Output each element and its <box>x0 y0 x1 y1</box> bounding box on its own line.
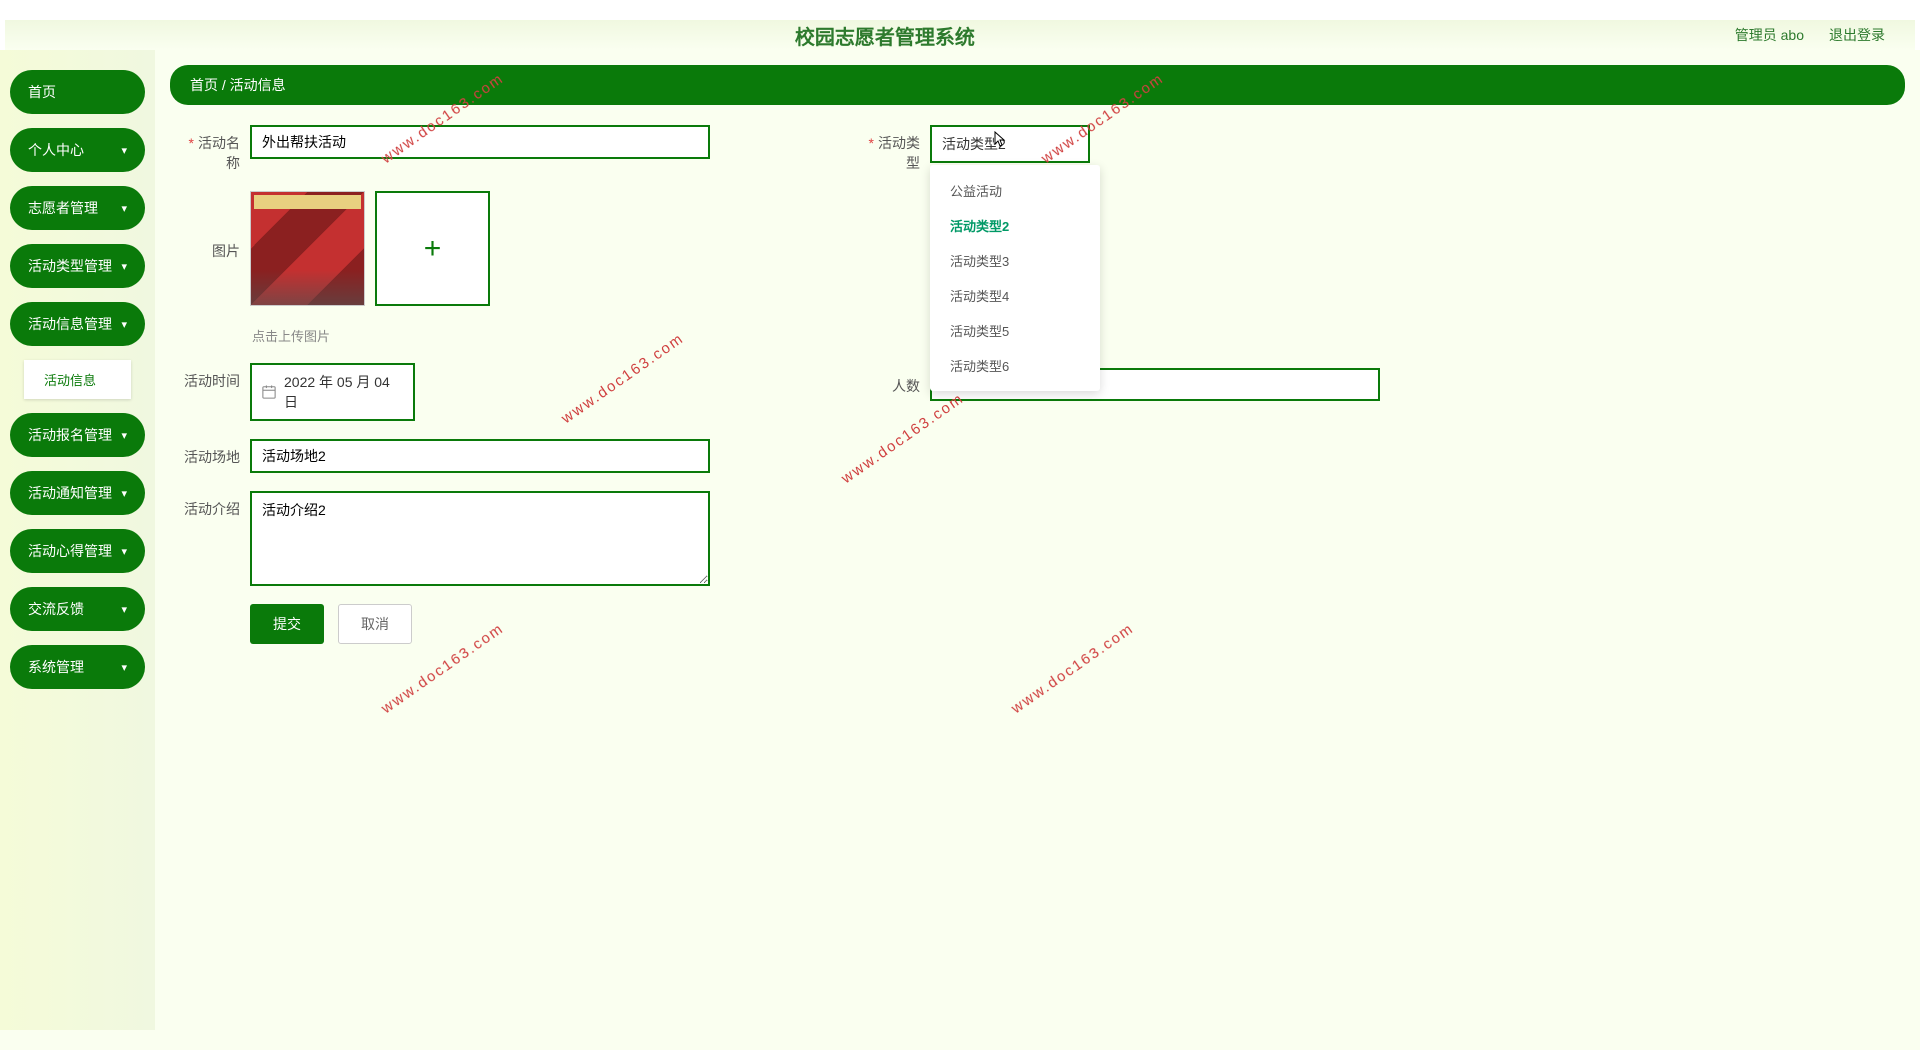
top-bar: 校园志愿者管理系统 管理员 abo 退出登录 <box>0 0 1920 50</box>
activity-type-dropdown: 公益活动 活动类型2 活动类型3 活动类型4 活动类型5 活动类型6 <box>930 165 1100 391</box>
breadcrumb-current: 活动信息 <box>230 77 286 93</box>
activity-name-input[interactable] <box>250 125 710 159</box>
calendar-icon <box>262 385 276 399</box>
chevron-down-icon: ▾ <box>121 260 127 273</box>
sidebar-item-home[interactable]: 首页 <box>10 70 145 114</box>
chevron-down-icon: ▾ <box>121 202 127 215</box>
sidebar-sub-activity-info[interactable]: 活动信息 <box>24 360 131 399</box>
venue-label: 活动场地 <box>180 439 250 467</box>
sidebar-item-label: 活动心得管理 <box>28 541 112 561</box>
activity-type-select[interactable]: 活动类型2 <box>930 125 1090 163</box>
sidebar-item-label: 活动类型管理 <box>28 256 112 276</box>
activity-type-label: 活动类型 <box>860 125 930 173</box>
sidebar-item-activity-info[interactable]: 活动信息管理 ▾ <box>10 302 145 346</box>
sidebar-item-label: 交流反馈 <box>28 599 84 619</box>
sidebar-item-label: 活动信息管理 <box>28 314 112 334</box>
cancel-button[interactable]: 取消 <box>338 604 412 644</box>
chevron-down-icon: ▾ <box>121 603 127 616</box>
upload-image-button[interactable]: + <box>375 191 490 306</box>
sidebar: 首页 个人中心 ▾ 志愿者管理 ▾ 活动类型管理 ▾ 活动信息管理 ▾ 活动信息… <box>0 50 155 1030</box>
dropdown-option[interactable]: 活动类型4 <box>930 278 1100 313</box>
breadcrumb-home[interactable]: 首页 <box>190 77 218 93</box>
people-count-label: 人数 <box>860 368 930 396</box>
dropdown-option[interactable]: 活动类型2 <box>930 208 1100 243</box>
logout-link[interactable]: 退出登录 <box>1829 25 1885 45</box>
chevron-down-icon: ▾ <box>121 318 127 331</box>
sidebar-item-system[interactable]: 系统管理 ▾ <box>10 645 145 689</box>
submit-button[interactable]: 提交 <box>250 604 324 644</box>
plus-icon: + <box>424 232 442 266</box>
admin-label[interactable]: 管理员 abo <box>1735 25 1804 45</box>
uploaded-image-thumbnail[interactable] <box>250 191 365 306</box>
chevron-down-icon: ▾ <box>121 487 127 500</box>
dropdown-option[interactable]: 活动类型3 <box>930 243 1100 278</box>
breadcrumb: 首页 / 活动信息 <box>170 65 1905 105</box>
dropdown-option[interactable]: 活动类型6 <box>930 348 1100 383</box>
chevron-down-icon: ▾ <box>121 545 127 558</box>
activity-time-label: 活动时间 <box>180 363 250 391</box>
sidebar-item-feedback[interactable]: 交流反馈 ▾ <box>10 587 145 631</box>
intro-label: 活动介绍 <box>180 491 250 519</box>
chevron-down-icon: ▾ <box>121 144 127 157</box>
chevron-down-icon: ▾ <box>121 429 127 442</box>
venue-input[interactable] <box>250 439 710 473</box>
image-label: 图片 <box>180 191 250 261</box>
sidebar-item-label: 活动报名管理 <box>28 425 112 445</box>
sidebar-item-notice[interactable]: 活动通知管理 ▾ <box>10 471 145 515</box>
upload-hint: 点击上传图片 <box>252 326 490 345</box>
dropdown-option[interactable]: 活动类型5 <box>930 313 1100 348</box>
sidebar-item-label: 系统管理 <box>28 657 84 677</box>
sidebar-item-signup[interactable]: 活动报名管理 ▾ <box>10 413 145 457</box>
select-value: 活动类型2 <box>942 136 1006 152</box>
activity-name-label: 活动名称 <box>180 125 250 173</box>
intro-textarea[interactable] <box>250 491 710 586</box>
sidebar-item-label: 志愿者管理 <box>28 198 98 218</box>
chevron-down-icon: ▾ <box>121 661 127 674</box>
content-area: 首页 / 活动信息 活动名称 图片 + <box>155 50 1920 1030</box>
sidebar-item-profile[interactable]: 个人中心 ▾ <box>10 128 145 172</box>
sidebar-item-reflection[interactable]: 活动心得管理 ▾ <box>10 529 145 573</box>
sidebar-item-activity-type[interactable]: 活动类型管理 ▾ <box>10 244 145 288</box>
date-value: 2022 年 05 月 04 日 <box>284 372 403 412</box>
sidebar-item-label: 活动通知管理 <box>28 483 112 503</box>
sidebar-item-volunteers[interactable]: 志愿者管理 ▾ <box>10 186 145 230</box>
sidebar-item-label: 首页 <box>28 82 56 102</box>
activity-time-input[interactable]: 2022 年 05 月 04 日 <box>250 363 415 421</box>
app-title: 校园志愿者管理系统 <box>35 21 1735 50</box>
dropdown-option[interactable]: 公益活动 <box>930 173 1100 208</box>
sidebar-item-label: 个人中心 <box>28 140 84 160</box>
